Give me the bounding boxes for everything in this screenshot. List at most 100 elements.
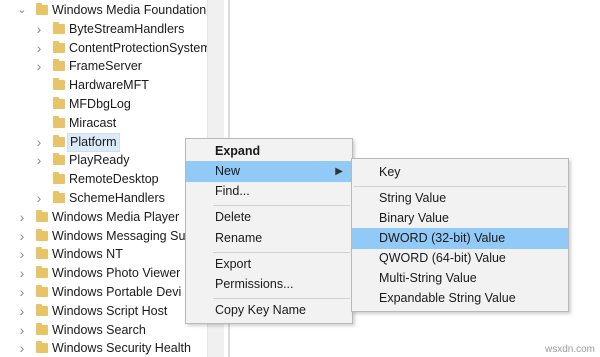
tree-item-label: Windows NT [52,247,123,262]
tree-item[interactable]: › Windows Portable Devi [0,283,207,302]
tree-item-label: Windows Security Health [52,341,191,356]
menu-item-copy-key-name[interactable]: Copy Key Name [186,300,352,321]
submenu-item-key[interactable]: Key [352,162,568,183]
tree-item-label: Windows Script Host [52,303,168,318]
chevron-down-icon[interactable]: ⌄ [17,3,27,17]
submenu-item-string-value[interactable]: String Value [352,188,568,209]
registry-tree: ⌄ Windows Media Foundation › ByteStreamHand… [0,0,207,357]
chevron-right-icon[interactable]: › [17,247,27,261]
tree-item[interactable]: › Windows Security Health [0,339,207,357]
submenu-item-string-value-label: String Value [379,191,447,205]
tree-item-label: SchemeHandlers [69,191,165,205]
tree-item[interactable]: ⌄ Windows Media Foundation [0,1,207,20]
folder-icon [53,153,65,166]
chevron-right-icon[interactable]: › [17,323,27,337]
folder-icon [53,115,65,128]
submenu-item-multi-string-value[interactable]: Multi-String Value [352,268,568,289]
submenu-item-dword-value[interactable]: DWORD (32-bit) Value [352,228,568,249]
new-submenu: Key String Value Binary Value DWORD (32-… [351,158,569,312]
menu-separator [213,252,350,253]
chevron-right-icon[interactable]: › [17,266,27,280]
tree-item[interactable]: Miracast [0,114,207,133]
tree-item-label: Miracast [69,115,117,130]
tree-item[interactable]: › FrameServer [0,57,207,76]
tree-item[interactable]: › Windows Messaging Su [0,227,207,246]
folder-icon [36,228,48,241]
context-menu: Expand New ▶ Find... Delete Rename Expor… [185,138,353,324]
tree-item[interactable]: › Windows NT [0,245,207,264]
tree-item-label: RemoteDesktop [69,172,159,187]
folder-icon [53,172,65,185]
menu-item-expand[interactable]: Expand [186,141,352,162]
tree-item[interactable]: RemoteDesktop [0,170,207,189]
submenu-item-expandable-string-value[interactable]: Expandable String Value [352,288,568,309]
tree-item[interactable]: HardwareMFT [0,76,207,95]
chevron-right-icon[interactable]: › [34,59,44,73]
menu-item-permissions[interactable]: Permissions... [186,274,352,295]
menu-item-find-label: Find... [215,184,250,198]
tree-item[interactable]: › SchemeHandlers [0,189,207,208]
submenu-item-binary-value-label: Binary Value [379,211,449,225]
menu-item-find[interactable]: Find... [186,181,352,202]
folder-icon [36,209,48,222]
menu-item-copy-key-name-label: Copy Key Name [215,303,307,317]
tree-item[interactable]: MFDbgLog [0,95,207,114]
chevron-right-icon[interactable]: › [17,341,27,355]
folder-icon [36,266,48,279]
folder-icon [53,191,65,203]
folder-icon [36,3,48,15]
menu-item-rename[interactable]: Rename [186,228,352,249]
tree-item[interactable]: › ContentProtectionSystem [0,39,207,58]
tree-item[interactable]: › PlayReady [0,151,207,170]
menu-item-permissions-label: Permissions... [215,277,294,291]
chevron-right-icon[interactable]: › [34,135,44,149]
chevron-right-icon[interactable]: › [34,41,44,55]
menu-item-rename-label: Rename [215,231,263,245]
tree-item[interactable]: › Windows Media Player [0,208,207,227]
folder-icon [36,341,48,354]
tree-item-label: FrameServer [69,59,142,74]
menu-separator [354,186,566,187]
tree-item-label: Windows Portable Devi [52,285,182,299]
chevron-right-icon[interactable]: › [17,229,27,243]
submenu-item-expandable-string-value-label: Expandable String Value [379,291,516,305]
chevron-right-icon[interactable]: › [17,285,27,299]
chevron-right-icon[interactable]: › [34,22,44,36]
menu-item-export[interactable]: Export [186,254,352,275]
tree-item[interactable]: › ByteStreamHandlers [0,20,207,39]
submenu-item-key-label: Key [379,165,401,179]
submenu-item-qword-value-label: QWORD (64-bit) Value [379,251,506,265]
folder-icon [53,78,65,91]
submenu-item-binary-value[interactable]: Binary Value [352,208,568,229]
menu-separator [213,298,350,299]
tree-item-label: Windows Photo Viewer [52,266,181,281]
menu-item-export-label: Export [215,257,252,271]
folder-icon [53,134,65,147]
chevron-right-icon[interactable]: › [17,304,27,318]
tree-item-label: ContentProtectionSystem [69,40,207,55]
tree-item[interactable]: › Windows Photo Viewer [0,264,207,283]
folder-icon [53,21,65,34]
submenu-item-dword-value-label: DWORD (32-bit) Value [379,231,506,245]
folder-icon [36,303,48,316]
tree-item[interactable]: › Windows Script Host [0,302,207,321]
folder-icon [53,40,65,53]
menu-item-delete[interactable]: Delete [186,207,352,228]
tree-item[interactable]: › Windows Search [0,321,207,340]
folder-icon [36,285,48,297]
menu-item-new[interactable]: New ▶ [186,161,352,182]
menu-separator [213,205,350,206]
chevron-right-icon[interactable]: › [17,210,27,224]
submenu-item-qword-value[interactable]: QWORD (64-bit) Value [352,248,568,269]
chevron-right-icon[interactable]: › [34,153,44,167]
folder-icon [53,97,65,109]
tree-item[interactable]: › Platform [0,132,207,152]
chevron-right-icon[interactable]: › [34,191,44,205]
folder-icon [36,322,48,335]
folder-icon [36,247,48,260]
tree-item-label: Platform [67,132,120,152]
